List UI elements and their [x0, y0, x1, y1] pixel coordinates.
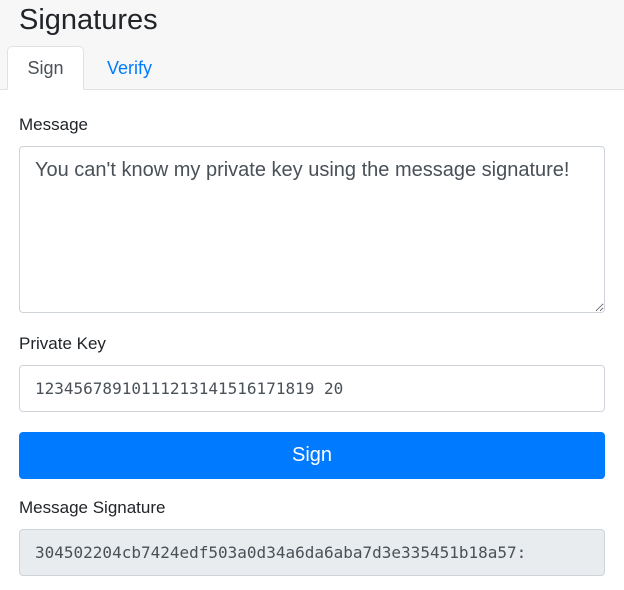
message-signature-label: Message Signature: [19, 498, 166, 517]
sign-form: Message Private Key Sign Message Signatu…: [0, 114, 624, 576]
message-label: Message: [19, 115, 88, 134]
page-header: Signatures Sign Verify: [0, 0, 624, 90]
message-textarea[interactable]: [19, 146, 605, 313]
private-key-input[interactable]: [19, 365, 605, 412]
page-title: Signatures: [19, 4, 158, 36]
tab-sign[interactable]: Sign: [7, 46, 84, 90]
tab-verify[interactable]: Verify: [84, 46, 175, 90]
tab-bar: Sign Verify: [7, 46, 175, 90]
sign-button[interactable]: Sign: [19, 432, 605, 479]
message-signature-output[interactable]: [19, 529, 605, 576]
private-key-label: Private Key: [19, 334, 106, 353]
